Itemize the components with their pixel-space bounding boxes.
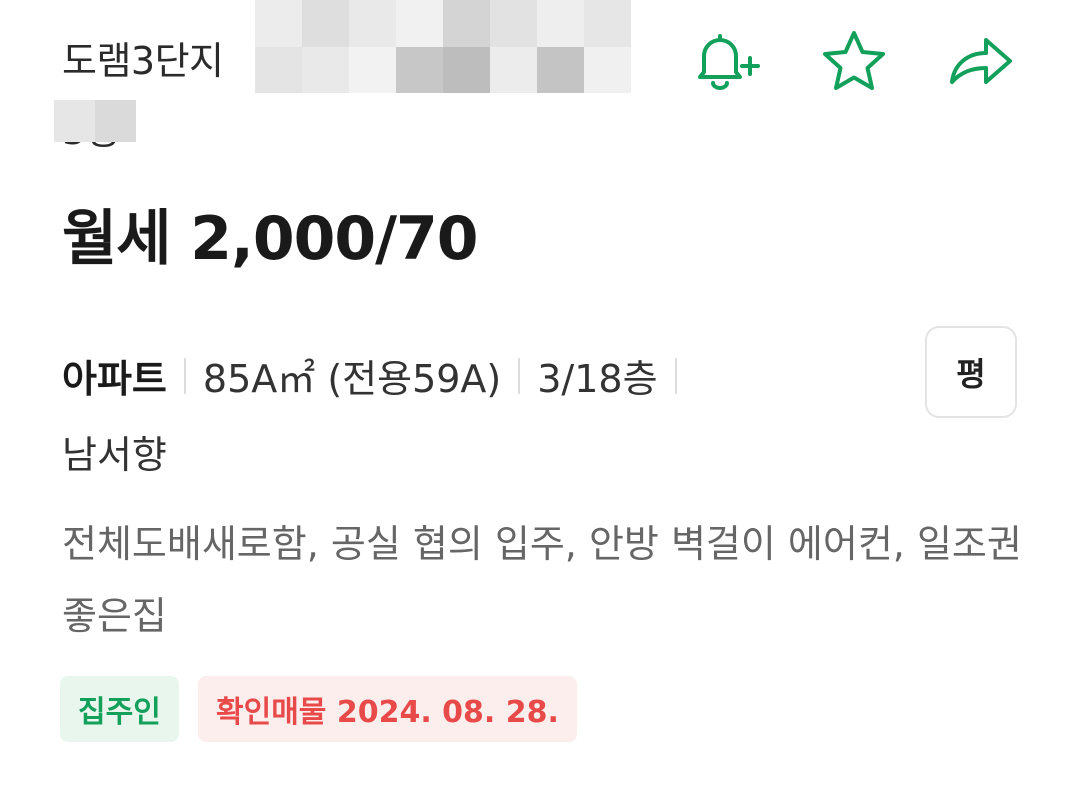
property-area: 85A㎡ (전용59A) bbox=[202, 357, 502, 401]
share-arrow-icon[interactable] bbox=[944, 28, 1016, 94]
property-direction: 남서향 bbox=[62, 433, 167, 477]
price: 월세 2,000/70 bbox=[62, 204, 478, 274]
divider bbox=[518, 357, 521, 394]
property-type: 아파트 bbox=[62, 357, 167, 401]
star-outline-icon[interactable] bbox=[818, 28, 890, 94]
bell-plus-icon[interactable] bbox=[690, 28, 762, 94]
divider bbox=[183, 357, 186, 394]
divider bbox=[674, 357, 677, 394]
owner-badge: 집주인 bbox=[60, 676, 179, 742]
area-unit-toggle-button[interactable]: 평 bbox=[925, 326, 1017, 418]
redacted-complex-detail bbox=[255, 0, 631, 93]
property-summary: 아파트 85A㎡ (전용59A) 3/18층 bbox=[62, 348, 694, 403]
verified-listing-badge: 확인매물 2024. 08. 28. bbox=[198, 676, 577, 742]
complex-name: 도램3단지 bbox=[62, 39, 224, 83]
listing-description: 전체도배새로함, 공실 협의 입주, 안방 벽걸이 에어컨, 일조권 좋은집 bbox=[62, 522, 1022, 638]
property-floor: 3/18층 bbox=[537, 357, 658, 401]
redacted-building-detail bbox=[54, 100, 136, 142]
